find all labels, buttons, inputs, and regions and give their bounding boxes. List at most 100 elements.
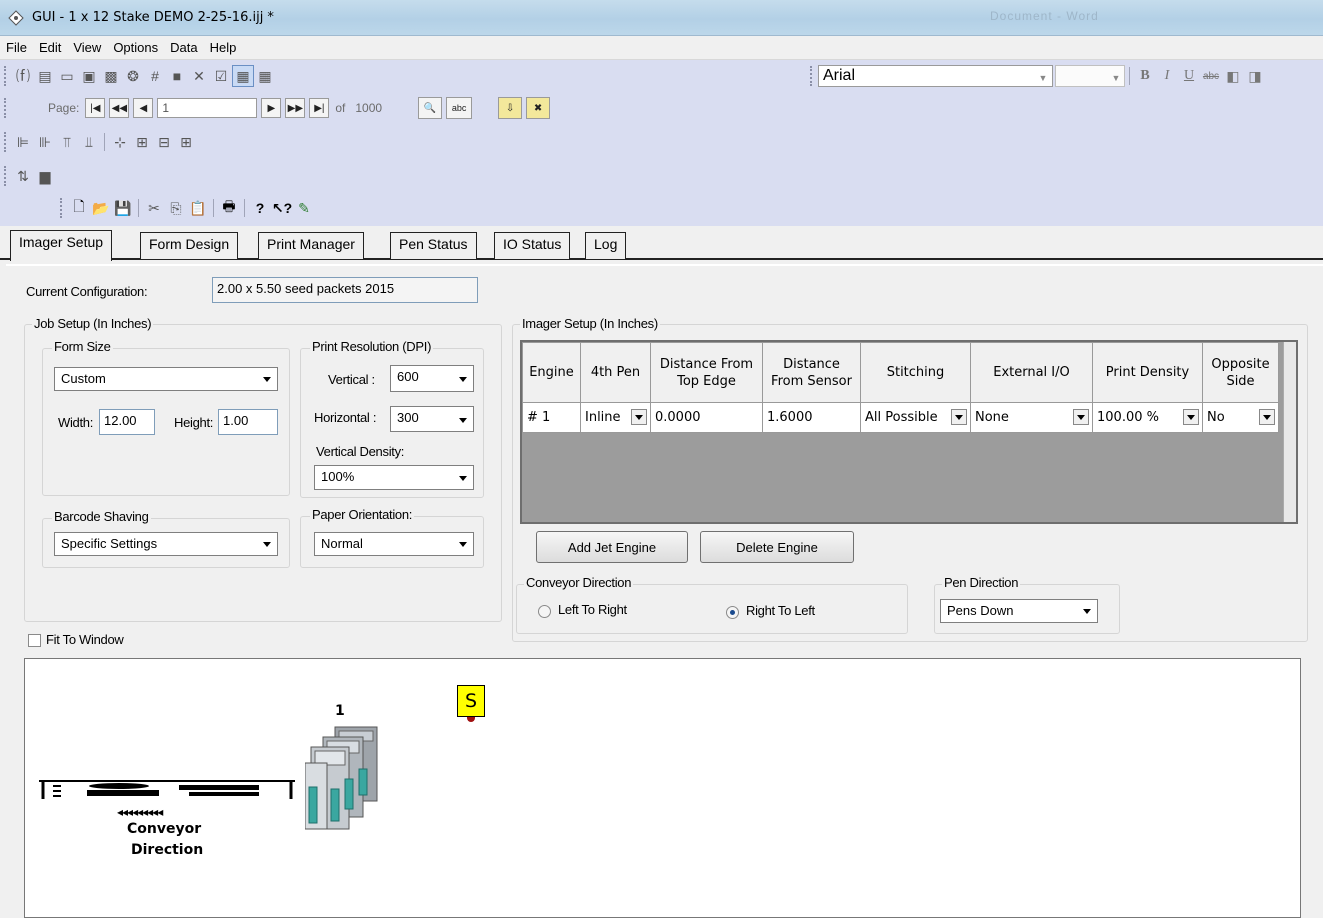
fourth-pen-cell[interactable]: Inline: [580, 402, 651, 433]
opposite-side-cell[interactable]: No: [1202, 402, 1279, 433]
counter-icon[interactable]: ⇅: [12, 165, 34, 187]
chevron-down-icon[interactable]: [1073, 409, 1089, 425]
prev-ten-button[interactable]: ◀◀: [109, 98, 130, 118]
font-size-select[interactable]: ▼: [1055, 65, 1125, 87]
distance-top-cell[interactable]: 0.0000: [650, 402, 763, 433]
external-io-cell[interactable]: None: [970, 402, 1093, 433]
align-top-icon[interactable]: ⫪: [56, 131, 78, 153]
next-page-button[interactable]: ▶: [261, 98, 282, 118]
barcode-shaving-select[interactable]: Specific Settings: [54, 532, 278, 556]
pen-direction-select[interactable]: Pens Down: [940, 599, 1098, 623]
page-number-input[interactable]: 1: [157, 98, 258, 118]
right-to-left-label[interactable]: Right To Left: [746, 603, 815, 618]
paper-orientation-select[interactable]: Normal: [314, 532, 474, 556]
field-icon[interactable]: ⒡: [12, 65, 34, 87]
hash-icon[interactable]: #: [144, 65, 166, 87]
grid-icon[interactable]: ▦: [254, 65, 276, 87]
properties-icon[interactable]: ☑: [210, 65, 232, 87]
column-header[interactable]: Distance From Top Edge: [650, 342, 763, 403]
italic-icon[interactable]: I: [1156, 65, 1178, 87]
column-header[interactable]: Distance From Sensor: [762, 342, 861, 403]
engine-cell[interactable]: # 1: [522, 402, 581, 433]
horizontal-dpi-select[interactable]: 300: [390, 406, 474, 432]
send-back-icon[interactable]: ◨: [1244, 65, 1266, 87]
stitching-cell[interactable]: All Possible: [860, 402, 971, 433]
current-config-field[interactable]: 2.00 x 5.50 seed packets 2015: [212, 277, 478, 303]
tab-form-design[interactable]: Form Design: [140, 232, 239, 259]
menu-options[interactable]: Options: [107, 36, 164, 55]
column-header[interactable]: Engine: [522, 342, 581, 403]
document-icon[interactable]: ▆: [34, 165, 56, 187]
vertical-scrollbar[interactable]: [1283, 342, 1296, 522]
chevron-down-icon[interactable]: [1259, 409, 1275, 425]
first-page-button[interactable]: |◀: [85, 98, 106, 118]
menu-view[interactable]: View: [67, 36, 107, 55]
fill-icon[interactable]: ■: [166, 65, 188, 87]
copy-icon[interactable]: ⎘: [165, 197, 187, 219]
chevron-down-icon[interactable]: [951, 409, 967, 425]
fit-to-window-checkbox[interactable]: [28, 634, 41, 647]
left-to-right-radio[interactable]: [538, 605, 551, 618]
add-jet-engine-button[interactable]: Add Jet Engine: [536, 531, 688, 563]
print-icon[interactable]: 🖶: [218, 197, 240, 219]
right-to-left-radio[interactable]: [726, 606, 739, 619]
menu-help[interactable]: Help: [204, 36, 243, 55]
toolbar-grip[interactable]: [4, 98, 8, 118]
toolbar-grip[interactable]: [60, 198, 64, 218]
open-folder-icon[interactable]: 📂: [90, 197, 112, 219]
bring-front-icon[interactable]: ◧: [1222, 65, 1244, 87]
delete-icon[interactable]: ✕: [188, 65, 210, 87]
wizard-icon[interactable]: ✎: [293, 197, 315, 219]
table-icon[interactable]: ⊞: [175, 131, 197, 153]
tab-log[interactable]: Log: [585, 232, 627, 259]
toolbar-grip[interactable]: [4, 166, 8, 186]
vertical-dpi-select[interactable]: 600: [390, 365, 474, 392]
strikethrough-icon[interactable]: abc: [1200, 65, 1222, 87]
toolbar-grip[interactable]: [4, 66, 8, 86]
paste-icon[interactable]: 📋: [187, 197, 209, 219]
next-ten-button[interactable]: ▶▶: [285, 98, 306, 118]
export-icon[interactable]: ✖: [526, 97, 551, 119]
font-name-select[interactable]: Arial ▼: [818, 65, 1053, 87]
space-vertical-icon[interactable]: ⊟: [153, 131, 175, 153]
delete-engine-button[interactable]: Delete Engine: [700, 531, 854, 563]
bold-icon[interactable]: B: [1134, 65, 1156, 87]
chevron-down-icon[interactable]: [631, 409, 647, 425]
distance-sensor-cell[interactable]: 1.6000: [762, 402, 861, 433]
center-icon[interactable]: ⊹: [109, 131, 131, 153]
menu-data[interactable]: Data: [164, 36, 203, 55]
tab-io-status[interactable]: IO Status: [494, 232, 571, 259]
align-bottom-icon[interactable]: ⫫: [78, 131, 100, 153]
help-icon[interactable]: ?: [249, 197, 271, 219]
line-icon[interactable]: ▭: [56, 65, 78, 87]
text-block-icon[interactable]: ▤: [34, 65, 56, 87]
column-header[interactable]: External I/O: [970, 342, 1093, 403]
column-header[interactable]: Print Density: [1092, 342, 1203, 403]
menu-file[interactable]: File: [0, 36, 33, 55]
toolbar-grip[interactable]: [4, 132, 8, 152]
abc-toggle-button[interactable]: abc: [446, 97, 473, 119]
tab-pen-status[interactable]: Pen Status: [390, 232, 477, 259]
tab-print-manager[interactable]: Print Manager: [258, 232, 364, 259]
last-page-button[interactable]: ▶|: [309, 98, 330, 118]
toolbar-grip[interactable]: [810, 66, 814, 86]
import-icon[interactable]: ⇩: [498, 97, 523, 119]
column-header[interactable]: 4th Pen: [580, 342, 651, 403]
print-density-cell[interactable]: 100.00 %: [1092, 402, 1203, 433]
menu-edit[interactable]: Edit: [33, 36, 67, 55]
context-help-icon[interactable]: ↖?: [271, 197, 293, 219]
space-horizontal-icon[interactable]: ⊞: [131, 131, 153, 153]
layout-preview-canvas[interactable]: S 1 ◂◂◂◂◂◂◂◂◂ Conveyor Direction: [24, 658, 1301, 918]
sensor-marker[interactable]: S: [457, 685, 485, 717]
column-header[interactable]: Stitching: [860, 342, 971, 403]
grid-view-icon[interactable]: ▦: [232, 65, 254, 87]
form-size-select[interactable]: Custom: [54, 367, 278, 391]
width-field[interactable]: 12.00: [99, 409, 155, 435]
chevron-down-icon[interactable]: [1183, 409, 1199, 425]
fit-to-window-label[interactable]: Fit To Window: [46, 632, 124, 647]
save-icon[interactable]: 💾: [112, 197, 134, 219]
tab-imager-setup[interactable]: Imager Setup: [10, 230, 113, 261]
left-to-right-label[interactable]: Left To Right: [558, 602, 627, 617]
box-icon[interactable]: ▣: [78, 65, 100, 87]
align-left-icon[interactable]: ⊫: [12, 131, 34, 153]
